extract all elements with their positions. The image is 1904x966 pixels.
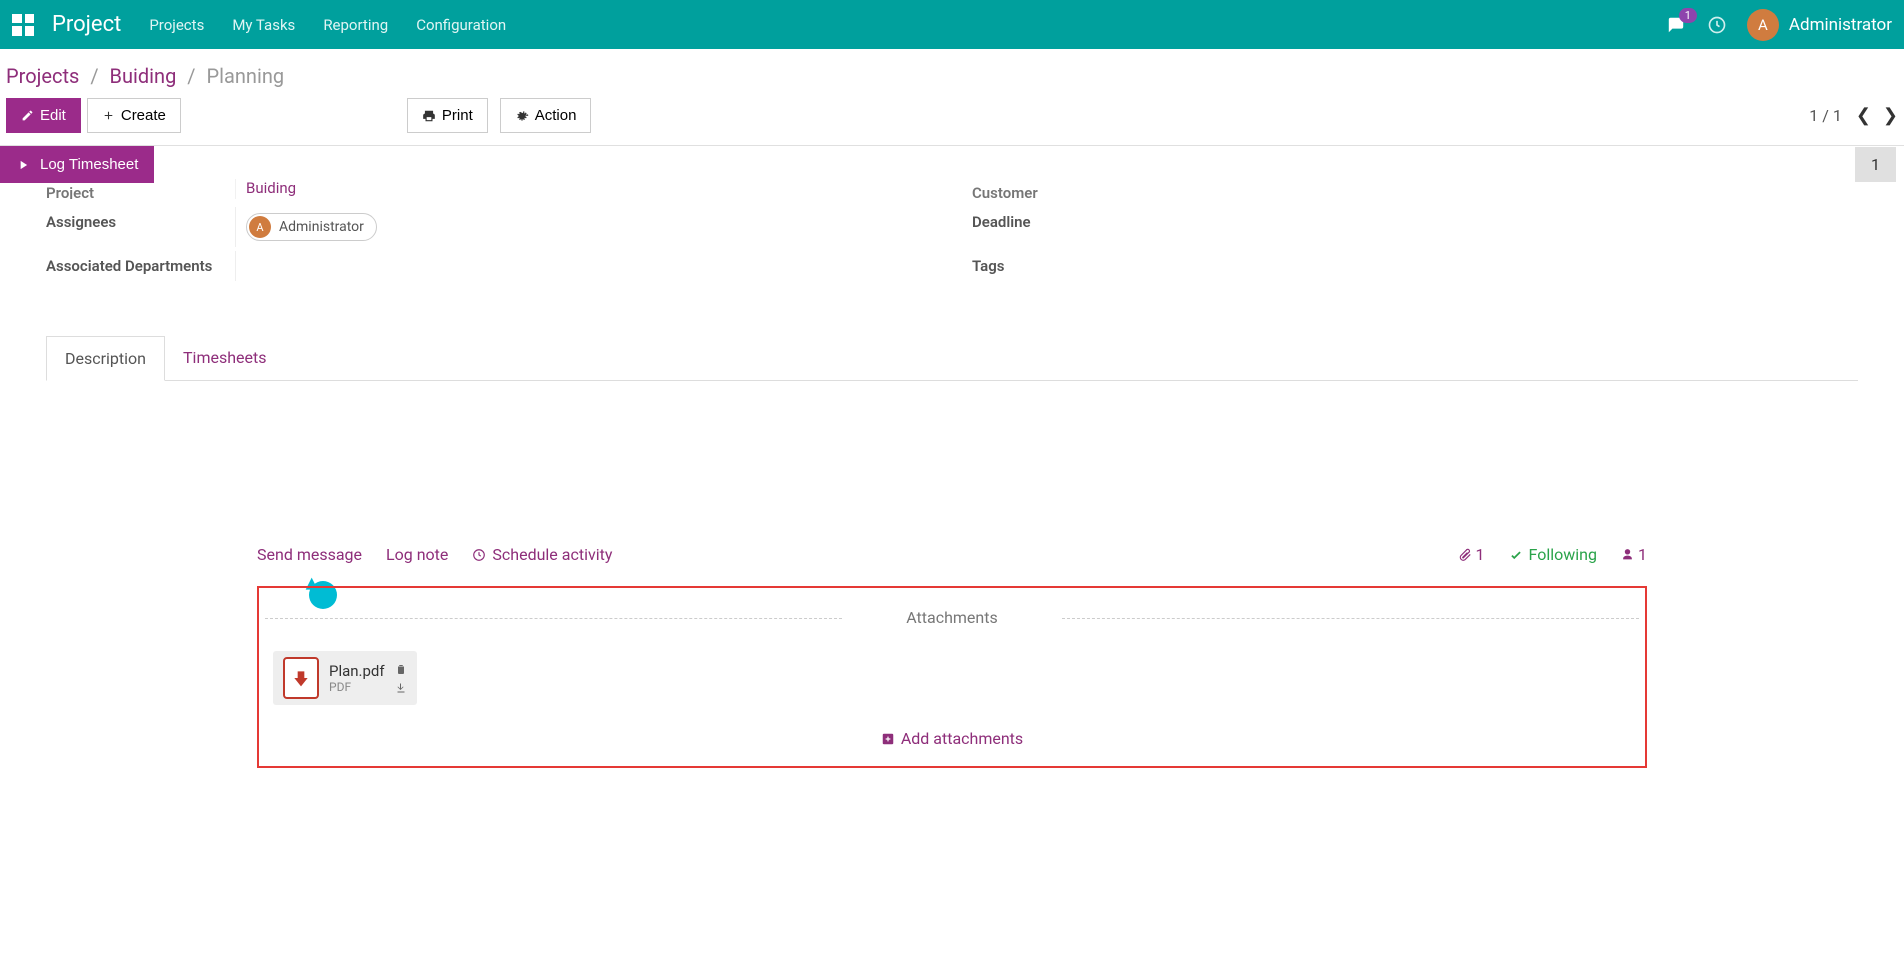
tab-timesheets[interactable]: Timesheets xyxy=(165,336,284,380)
print-action-group: Print Action xyxy=(407,98,592,133)
attachments-header: Attachments xyxy=(265,608,1639,627)
toolbar: Edit Create Print Action 1 / 1 ❮ ❯ xyxy=(0,98,1904,146)
pencil-icon xyxy=(21,109,34,122)
deadline-value xyxy=(1162,207,1858,247)
customer-value xyxy=(1162,187,1858,203)
print-icon xyxy=(422,109,436,123)
tab-description[interactable]: Description xyxy=(46,336,165,381)
pager-prev-icon[interactable]: ❮ xyxy=(1856,105,1871,126)
download-attachment-icon[interactable] xyxy=(395,680,407,695)
sub-toolbar: Log Timesheet 1 xyxy=(0,146,1904,183)
breadcrumb-projects[interactable]: Projects xyxy=(6,64,79,88)
play-icon xyxy=(16,158,30,172)
assignees-label: Assignees xyxy=(46,207,236,247)
pdf-icon xyxy=(283,657,319,699)
nav-my-tasks[interactable]: My Tasks xyxy=(232,16,295,34)
tags-label: Tags xyxy=(972,251,1162,281)
chatter: Send message Log note Schedule activity … xyxy=(247,531,1657,768)
create-button[interactable]: Create xyxy=(87,98,181,133)
attachment-type: PDF xyxy=(329,680,385,694)
avatar: A xyxy=(1747,9,1779,41)
attachment-name: Plan.pdf xyxy=(329,662,385,680)
breadcrumb-current: Planning xyxy=(207,64,285,88)
plus-icon xyxy=(102,109,115,122)
schedule-activity-link[interactable]: Schedule activity xyxy=(472,545,612,564)
gear-icon xyxy=(515,109,529,123)
deadline-label: Deadline xyxy=(972,207,1162,247)
breadcrumb: Projects / Buiding / Planning xyxy=(0,49,1904,98)
chat-badge: 1 xyxy=(1679,8,1697,23)
chat-icon[interactable]: 1 xyxy=(1665,16,1687,34)
following-button[interactable]: Following xyxy=(1509,545,1597,564)
tab-bar: Description Timesheets xyxy=(46,336,1858,381)
nav-configuration[interactable]: Configuration xyxy=(416,16,506,34)
stage-badge[interactable]: 1 xyxy=(1855,147,1896,182)
associated-departments-label: Associated Departments xyxy=(46,251,236,281)
project-label: Project xyxy=(46,179,236,199)
assignee-tag[interactable]: A Administrator xyxy=(246,213,377,241)
tab-content xyxy=(46,381,1858,531)
pager: 1 / 1 ❮ ❯ xyxy=(1809,105,1898,126)
nav-reporting[interactable]: Reporting xyxy=(323,16,388,34)
followers-count[interactable]: 1 xyxy=(1621,545,1647,564)
mini-avatar: A xyxy=(249,216,271,238)
action-button[interactable]: Action xyxy=(500,98,592,133)
edit-button[interactable]: Edit xyxy=(6,98,81,133)
nav-right: 1 A Administrator xyxy=(1665,9,1892,41)
breadcrumb-buiding[interactable]: Buiding xyxy=(110,64,177,88)
tags-value xyxy=(1162,251,1858,281)
nav-links: Projects My Tasks Reporting Configuratio… xyxy=(149,16,1665,34)
paperclip-icon xyxy=(1458,548,1472,562)
clock-small-icon xyxy=(472,548,486,562)
delete-attachment-icon[interactable] xyxy=(395,661,407,676)
breadcrumb-sep: / xyxy=(187,64,195,88)
pager-label: 1 / 1 xyxy=(1809,106,1842,125)
check-icon xyxy=(1509,548,1523,562)
print-button[interactable]: Print xyxy=(407,98,488,133)
project-value[interactable]: Buiding xyxy=(246,179,296,197)
plus-square-icon xyxy=(881,732,895,746)
customer-label: Customer xyxy=(972,179,1162,199)
add-attachments-link[interactable]: Add attachments xyxy=(881,729,1023,748)
clock-icon[interactable] xyxy=(1707,15,1727,35)
user-menu[interactable]: A Administrator xyxy=(1747,9,1892,41)
assignee-name: Administrator xyxy=(279,219,364,235)
attachments-panel: Attachments Plan.pdf PDF Add attachm xyxy=(257,586,1647,768)
attachment-item[interactable]: Plan.pdf PDF xyxy=(273,651,417,705)
log-note-link[interactable]: Log note xyxy=(386,545,448,564)
breadcrumb-sep: / xyxy=(90,64,98,88)
chatter-toolbar: Send message Log note Schedule activity … xyxy=(257,531,1647,578)
attachment-count[interactable]: 1 xyxy=(1458,545,1485,564)
pager-next-icon[interactable]: ❯ xyxy=(1883,105,1898,126)
form-body: Project Buiding Customer Assignees A Adm… xyxy=(6,187,1898,531)
app-title[interactable]: Project xyxy=(52,12,121,37)
top-navbar: Project Projects My Tasks Reporting Conf… xyxy=(0,0,1904,49)
nav-projects[interactable]: Projects xyxy=(149,16,204,34)
apps-icon[interactable] xyxy=(12,14,34,36)
user-icon xyxy=(1621,548,1634,561)
send-message-link[interactable]: Send message xyxy=(257,545,362,564)
user-name-label: Administrator xyxy=(1789,15,1892,35)
associated-departments-value xyxy=(236,251,932,281)
log-timesheet-button[interactable]: Log Timesheet xyxy=(0,146,154,183)
